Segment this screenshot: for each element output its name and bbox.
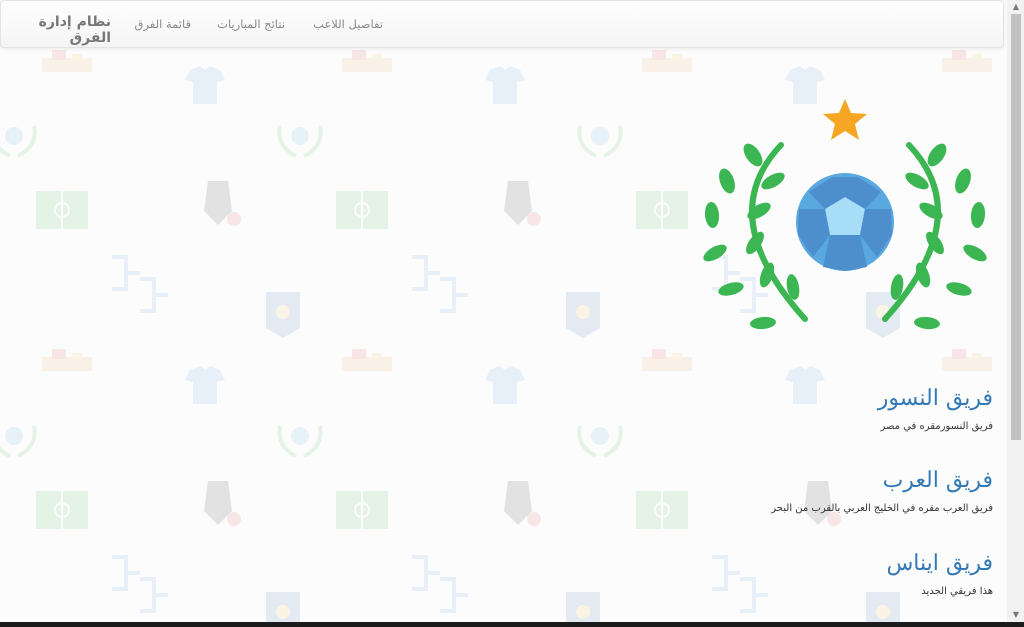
team-card: فريق النسور فريق النسورمقره في مصر (878, 386, 993, 432)
team-name[interactable]: فريق النسور (878, 386, 993, 411)
team-name[interactable]: فريق ايناس (886, 551, 993, 576)
trophy-laurel-ball-icon (703, 99, 987, 330)
team-name[interactable]: فريق العرب (771, 468, 993, 493)
nav-link-teams-list[interactable]: قائمة الفرق (135, 17, 191, 31)
team-description: فريق العرب مقره في الخليج العربي بالقرب … (771, 503, 993, 514)
scroll-down-arrow-icon[interactable]: ▼ (1011, 611, 1021, 619)
window-bottom-edge (0, 622, 1024, 627)
team-card: فريق العرب فريق العرب مقره في الخليج الع… (771, 468, 993, 514)
nav-link-match-results[interactable]: نتائج المباريات (217, 17, 285, 31)
scrollbar-thumb[interactable] (1011, 14, 1021, 440)
team-description: فريق النسورمقره في مصر (880, 421, 993, 432)
navbar: نظام إدارة الفرق قائمة الفرق نتائج المبا… (0, 0, 1004, 48)
team-card: فريق ايناس هذا فريقي الجديد (886, 551, 993, 597)
team-description: هذا فريقي الجديد (921, 586, 993, 597)
star-icon (823, 99, 867, 140)
scroll-up-arrow-icon[interactable]: ▲ (1011, 3, 1021, 11)
brand-link[interactable]: نظام إدارة الفرق (1, 14, 111, 46)
nav-link-player-details[interactable]: تفاصيل اللاعب (313, 17, 383, 31)
page: نظام إدارة الفرق قائمة الفرق نتائج المبا… (0, 0, 1007, 622)
